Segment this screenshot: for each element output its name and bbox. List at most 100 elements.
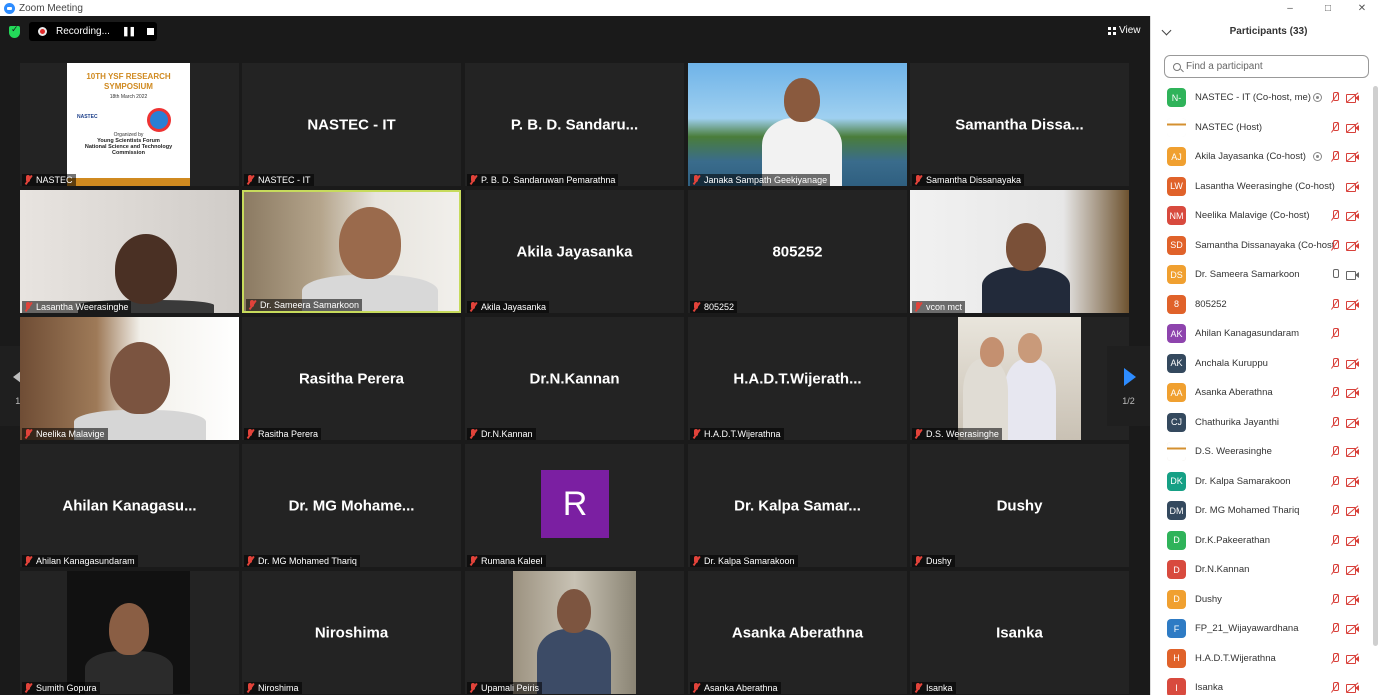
participant-status-icons [1322, 319, 1359, 349]
video-tile[interactable]: Dushy Dushy [910, 444, 1129, 567]
camera-off-icon[interactable] [1346, 653, 1359, 664]
participant-row[interactable]: D Dr.N.Kannan [1151, 555, 1380, 585]
video-tile[interactable]: Dr. Sameera Samarkoon [242, 190, 461, 313]
participant-row[interactable]: H H.A.D.T.Wijerathna [1151, 644, 1380, 674]
video-tile[interactable]: Dr.N.Kannan Dr.N.Kannan [465, 317, 684, 440]
camera-off-icon[interactable] [1346, 240, 1359, 251]
encryption-shield-icon[interactable] [9, 25, 20, 38]
video-tile[interactable]: Ahilan Kanagasu... Ahilan Kanagasundaram [20, 444, 239, 567]
video-tile[interactable]: vcon mct [910, 190, 1129, 313]
maximize-button[interactable]: □ [1313, 0, 1343, 16]
participant-row[interactable]: I Isanka [1151, 673, 1380, 695]
video-tile[interactable]: Niroshima Niroshima [242, 571, 461, 694]
mic-muted-icon[interactable] [1330, 357, 1340, 369]
tile-display-name: P. B. D. Sandaru... [510, 116, 639, 133]
mic-muted-icon[interactable] [1330, 564, 1340, 575]
mic-muted-icon[interactable] [1330, 623, 1340, 634]
mic-muted-icon[interactable] [1330, 210, 1340, 221]
camera-off-icon[interactable] [1346, 476, 1359, 487]
mic-muted-icon[interactable] [1330, 151, 1340, 162]
mic-muted-icon[interactable] [1330, 298, 1340, 310]
tile-name-label: H.A.D.T.Wijerathna [690, 428, 784, 440]
participant-row[interactable]: AA Asanka Aberathna [1151, 378, 1380, 408]
camera-off-icon[interactable] [1346, 446, 1359, 458]
participant-row[interactable]: NASTEC (Host) [1151, 113, 1380, 143]
participant-row[interactable]: CJ Chathurika Jayanthi [1151, 408, 1380, 438]
participant-row[interactable]: 8 805252 [1151, 290, 1380, 320]
participant-row[interactable]: D Dr.K.Pakeerathan [1151, 526, 1380, 556]
stop-recording-button[interactable] [147, 28, 155, 35]
participant-row[interactable]: AJ Akila Jayasanka (Co-host) [1151, 142, 1380, 172]
camera-off-icon[interactable] [1346, 682, 1359, 694]
video-tile[interactable]: Rasitha Perera Rasitha Perera [242, 317, 461, 440]
video-tile[interactable]: Dr. Kalpa Samar... Dr. Kalpa Samarakoon [688, 444, 907, 567]
camera-off-icon[interactable] [1346, 564, 1359, 576]
participant-row[interactable]: DM Dr. MG Mohamed Thariq [1151, 496, 1380, 526]
mic-muted-icon[interactable] [1330, 121, 1340, 133]
mic-muted-icon[interactable] [1330, 239, 1340, 251]
camera-off-icon[interactable] [1346, 151, 1359, 163]
video-tile[interactable]: Asanka Aberathna Asanka Aberathna [688, 571, 907, 694]
search-input[interactable] [1186, 61, 1366, 72]
mic-muted-icon[interactable] [1330, 92, 1340, 103]
video-tile[interactable]: P. B. D. Sandaru... P. B. D. Sandaruwan P… [465, 63, 684, 186]
mic-muted-icon[interactable] [1330, 328, 1340, 339]
camera-off-icon[interactable] [1346, 181, 1359, 192]
camera-off-icon[interactable] [1346, 122, 1359, 133]
video-tile[interactable]: H.A.D.T.Wijerath... H.A.D.T.Wijerathna [688, 317, 907, 440]
mic-icon[interactable] [1330, 269, 1340, 280]
mic-muted-icon[interactable] [1330, 682, 1340, 693]
mic-muted-icon[interactable] [1330, 416, 1340, 428]
mic-muted-icon[interactable] [1330, 505, 1340, 516]
video-tile[interactable]: Janaka Sampath Geekiyanage [688, 63, 907, 186]
minimize-button[interactable]: – [1275, 0, 1305, 16]
video-tile[interactable]: Isanka Isanka [910, 571, 1129, 694]
participant-row[interactable]: AK Ahilan Kanagasundaram [1151, 319, 1380, 349]
mic-muted-icon[interactable] [1330, 652, 1340, 664]
video-tile[interactable]: Lasantha Weerasinghe [20, 190, 239, 313]
camera-off-icon[interactable] [1346, 417, 1359, 428]
participant-search[interactable] [1164, 55, 1369, 78]
mic-muted-icon[interactable] [1330, 475, 1340, 487]
scrollbar[interactable] [1373, 86, 1378, 646]
video-tile[interactable]: Neelika Malavige [20, 317, 239, 440]
camera-icon[interactable] [1346, 270, 1359, 281]
camera-off-icon[interactable] [1346, 387, 1359, 399]
participant-row[interactable]: D.S. Weerasinghe [1151, 437, 1380, 467]
participant-row[interactable]: DS Dr. Sameera Samarkoon [1151, 260, 1380, 290]
video-tile[interactable]: Akila Jayasanka Akila Jayasanka [465, 190, 684, 313]
video-tile[interactable]: Dr. MG Mohame... Dr. MG Mohamed Thariq [242, 444, 461, 567]
camera-off-icon[interactable] [1346, 210, 1359, 222]
participant-row[interactable]: LW Lasantha Weerasinghe (Co-host) [1151, 172, 1380, 202]
next-page-button[interactable]: 1/2 [1107, 346, 1150, 426]
video-tile[interactable]: D.S. Weerasinghe [910, 317, 1129, 440]
camera-off-icon[interactable] [1346, 505, 1359, 517]
view-button[interactable]: View [1108, 25, 1141, 36]
participant-row[interactable]: SD Samantha Dissanayaka (Co-host) [1151, 231, 1380, 261]
video-tile[interactable]: Sumith Gopura [20, 571, 239, 694]
participant-row[interactable]: NM Neelika Malavige (Co-host) [1151, 201, 1380, 231]
camera-off-icon[interactable] [1346, 535, 1359, 546]
camera-off-icon[interactable] [1346, 623, 1359, 635]
participant-row[interactable]: N- NASTEC - IT (Co-host, me) [1151, 83, 1380, 113]
participant-row[interactable]: D Dushy [1151, 585, 1380, 615]
mic-muted-icon[interactable] [1330, 593, 1340, 605]
participant-row[interactable]: DK Dr. Kalpa Samarakoon [1151, 467, 1380, 497]
camera-off-icon[interactable] [1346, 594, 1359, 605]
video-tile[interactable]: Samantha Dissa... Samantha Dissanayaka [910, 63, 1129, 186]
participant-row[interactable]: AK Anchala Kuruppu [1151, 349, 1380, 379]
mic-muted-icon[interactable] [1330, 446, 1340, 457]
pause-recording-button[interactable]: ❚❚ [122, 26, 136, 37]
participant-row[interactable]: F FP_21_Wijayawardhana [1151, 614, 1380, 644]
video-tile[interactable]: 10TH YSF RESEARCH SYMPOSIUM 18th March 20… [20, 63, 239, 186]
camera-off-icon[interactable] [1346, 358, 1359, 369]
mic-muted-icon[interactable] [1330, 387, 1340, 398]
video-tile[interactable]: 805252 805252 [688, 190, 907, 313]
mic-muted-icon[interactable] [1330, 534, 1340, 546]
video-tile[interactable]: R Rumana Kaleel [465, 444, 684, 567]
video-tile[interactable]: Upamali Peiris [465, 571, 684, 694]
close-button[interactable]: ✕ [1347, 0, 1377, 16]
video-tile[interactable]: NASTEC - IT NASTEC - IT [242, 63, 461, 186]
camera-off-icon[interactable] [1346, 92, 1359, 104]
camera-off-icon[interactable] [1346, 299, 1359, 310]
